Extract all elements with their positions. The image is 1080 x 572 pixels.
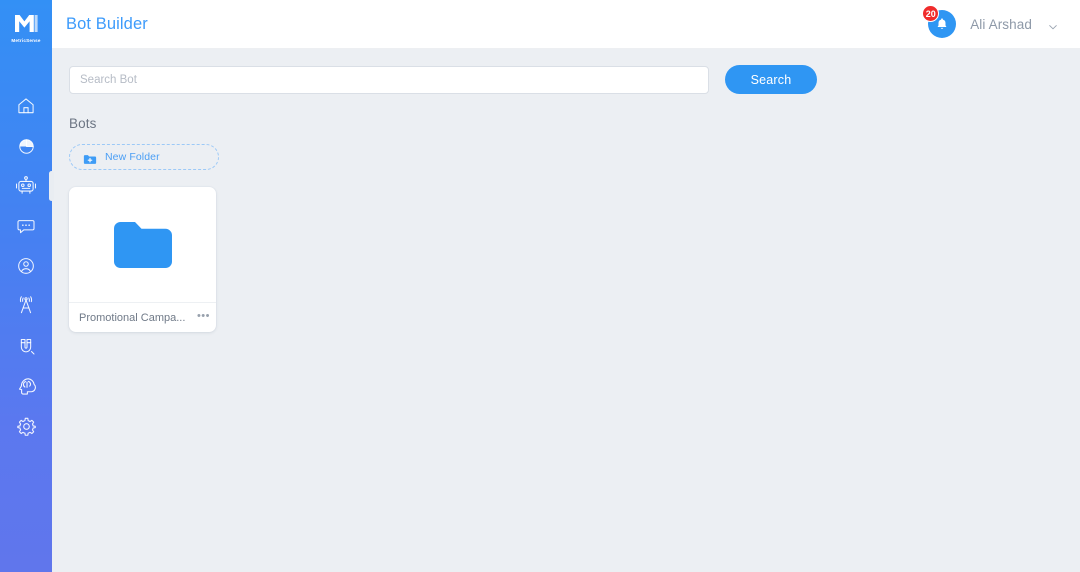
sidebar-item-chat[interactable] bbox=[0, 206, 52, 246]
sidebar-item-broadcast[interactable] bbox=[0, 286, 52, 326]
topbar-right: 20 Ali Arshad bbox=[922, 5, 1058, 38]
antenna-icon bbox=[16, 296, 36, 316]
sidebar-item-ai-insights[interactable] bbox=[0, 366, 52, 406]
folder-card-body bbox=[69, 187, 216, 302]
magnet-icon bbox=[16, 336, 36, 356]
folder-card-name: Promotional Campa... bbox=[79, 311, 186, 324]
chevron-down-icon[interactable] bbox=[1048, 19, 1058, 30]
chat-bubble-icon bbox=[16, 216, 36, 236]
sidebar-item-bot-builder[interactable] bbox=[0, 166, 54, 206]
user-circle-icon bbox=[16, 256, 36, 276]
sidebar-item-contacts[interactable] bbox=[0, 246, 52, 286]
main-area: Bot Builder 20 Ali Arshad Search Bot Sea… bbox=[52, 0, 1080, 572]
robot-icon bbox=[15, 175, 37, 197]
folders-grid: Promotional Campa... ••• bbox=[69, 187, 1060, 332]
folder-card[interactable]: Promotional Campa... ••• bbox=[69, 187, 216, 332]
brand-logo[interactable]: MetricSense bbox=[0, 0, 52, 52]
app-root: MetricSense Bot Builder 20 Ali Arshad Se… bbox=[0, 0, 1080, 572]
sidebar-nav bbox=[0, 86, 54, 446]
brain-head-icon bbox=[16, 376, 37, 397]
metricsense-m-logo-icon bbox=[13, 13, 39, 35]
search-row: Search bbox=[69, 65, 1060, 94]
user-name[interactable]: Ali Arshad bbox=[970, 17, 1032, 32]
folder-plus-icon bbox=[83, 152, 97, 164]
brand-name: MetricSense bbox=[11, 38, 41, 43]
sidebar-item-engage[interactable] bbox=[0, 326, 52, 366]
folder-icon bbox=[113, 221, 172, 268]
notifications-button[interactable]: 20 bbox=[922, 5, 957, 38]
sidebar: MetricSense bbox=[0, 0, 54, 572]
sidebar-item-settings[interactable] bbox=[0, 406, 52, 446]
sidebar-item-home[interactable] bbox=[0, 86, 52, 126]
page-title: Bot Builder bbox=[66, 14, 148, 33]
new-folder-label: New Folder bbox=[105, 151, 160, 163]
topbar: Bot Builder 20 Ali Arshad bbox=[52, 0, 1080, 49]
folder-options-menu[interactable]: ••• bbox=[197, 310, 210, 324]
gear-icon bbox=[16, 416, 37, 437]
folder-card-footer: Promotional Campa... ••• bbox=[69, 302, 216, 332]
home-icon bbox=[16, 96, 36, 116]
sidebar-item-analytics[interactable] bbox=[0, 126, 52, 166]
pie-chart-icon bbox=[17, 137, 36, 156]
content-area: Search Bots New Folder bbox=[52, 49, 1080, 572]
bots-section-heading: Bots bbox=[69, 116, 97, 131]
search-button[interactable]: Search bbox=[725, 65, 817, 94]
search-input[interactable] bbox=[69, 65, 709, 94]
new-folder-button[interactable]: New Folder bbox=[69, 144, 219, 170]
